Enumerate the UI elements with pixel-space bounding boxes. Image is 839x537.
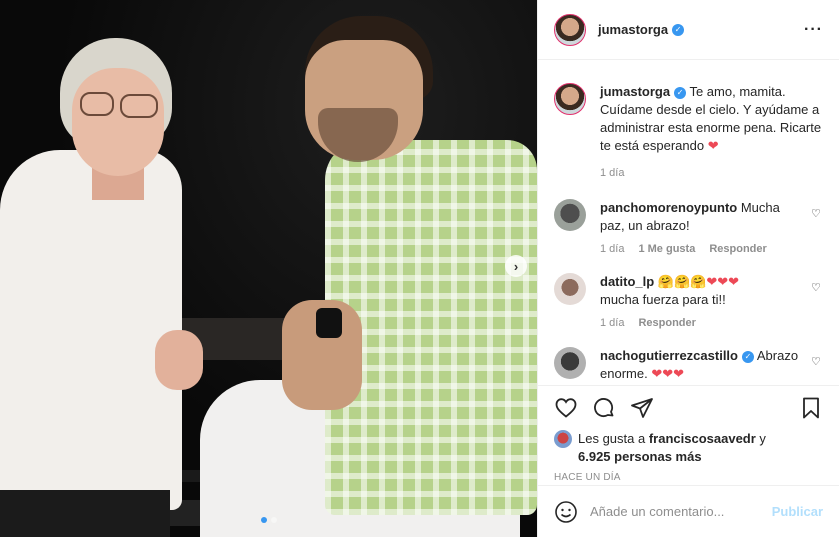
more-options-icon[interactable]: ··· [804, 21, 823, 39]
share-icon[interactable] [630, 396, 654, 420]
verified-badge-icon: ✓ [674, 87, 687, 99]
likes-summary: Les gusta a franciscosaavedr y 6.925 per… [554, 430, 823, 466]
caption-time[interactable]: 1 día [600, 167, 624, 179]
comment-icon[interactable] [592, 396, 616, 420]
avatar[interactable] [554, 199, 586, 231]
like-comment-icon[interactable]: ♡ [811, 355, 823, 368]
photo-woman-body [0, 150, 182, 510]
caption: jumastorga ✓ Te amo, mamita. Cuídame desd… [554, 83, 823, 179]
comment-username[interactable]: panchomorenoypunto [600, 200, 737, 215]
photo-man-watch [316, 308, 342, 338]
photo-woman-face [72, 68, 164, 176]
avatar[interactable] [554, 430, 572, 448]
post-side-panel: jumastorga ✓ ··· jumastorga ✓ Te amo, mam… [537, 0, 839, 537]
comment-time[interactable]: 1 día [600, 243, 624, 255]
comment-text: mucha fuerza para ti!! [600, 292, 726, 307]
likes-count-link[interactable]: 6.925 personas más [578, 449, 702, 464]
hug-emoji-icon: 🤗🤗🤗 [657, 274, 707, 289]
comment-input[interactable] [590, 504, 772, 519]
list-item: nachogutierrezcastillo ✓ Abrazo enorme. ❤… [554, 347, 823, 383]
emoji-icon[interactable] [554, 500, 578, 524]
list-item: datito_lp 🤗🤗🤗❤❤❤ mucha fuerza para ti!! … [554, 273, 823, 329]
red-heart-icon: ❤❤❤ [651, 366, 685, 381]
heart-icon[interactable] [554, 396, 578, 420]
post-actions: Les gusta a franciscosaavedr y 6.925 per… [538, 385, 839, 483]
red-heart-icon: ❤ [707, 138, 719, 153]
publish-button[interactable]: Publicar [772, 504, 823, 519]
caption-username[interactable]: jumastorga [600, 84, 670, 99]
post-timestamp[interactable]: HACE UN DÍA [554, 472, 823, 483]
reply-button[interactable]: Responder [638, 317, 695, 329]
likes-prefix: Les gusta a [578, 431, 646, 446]
post-author-username[interactable]: jumastorga [598, 22, 668, 37]
add-comment-bar: Publicar [538, 485, 839, 537]
like-comment-icon[interactable]: ♡ [811, 281, 823, 294]
reply-button[interactable]: Responder [709, 243, 766, 255]
comment-username[interactable]: nachogutierrezcastillo [600, 348, 738, 363]
photo-woman-glasses-right [120, 94, 158, 118]
avatar[interactable] [554, 347, 586, 379]
comment-username[interactable]: datito_lp [600, 274, 654, 289]
carousel-dot [270, 517, 277, 523]
avatar[interactable] [554, 13, 586, 46]
verified-badge-icon: ✓ [672, 23, 685, 36]
red-heart-icon: ❤❤❤ [706, 274, 740, 289]
carousel-next-button[interactable]: › [505, 255, 527, 277]
post-header: jumastorga ✓ ··· [538, 0, 839, 60]
verified-badge-icon: ✓ [741, 351, 754, 363]
list-item: panchomorenoypunto Mucha paz, un abrazo!… [554, 199, 823, 255]
likes-conj: y [759, 431, 766, 446]
like-comment-icon[interactable]: ♡ [811, 207, 823, 220]
comments-list[interactable]: jumastorga ✓ Te amo, mamita. Cuídame desd… [538, 61, 839, 384]
avatar[interactable] [554, 273, 586, 305]
comment-time[interactable]: 1 día [600, 317, 624, 329]
chevron-right-icon: › [513, 258, 519, 274]
photo-woman-skirt [0, 490, 170, 537]
bookmark-icon[interactable] [799, 396, 823, 420]
comment-likes[interactable]: 1 Me gusta [638, 243, 695, 255]
carousel-dot-active [260, 517, 267, 523]
avatar[interactable] [554, 83, 586, 115]
photo-woman-hand [155, 330, 203, 390]
post-photo[interactable]: › [0, 0, 537, 537]
carousel-indicator [0, 517, 537, 523]
likes-user-link[interactable]: franciscosaavedr [649, 431, 756, 446]
photo-woman-glasses-left [80, 92, 114, 116]
